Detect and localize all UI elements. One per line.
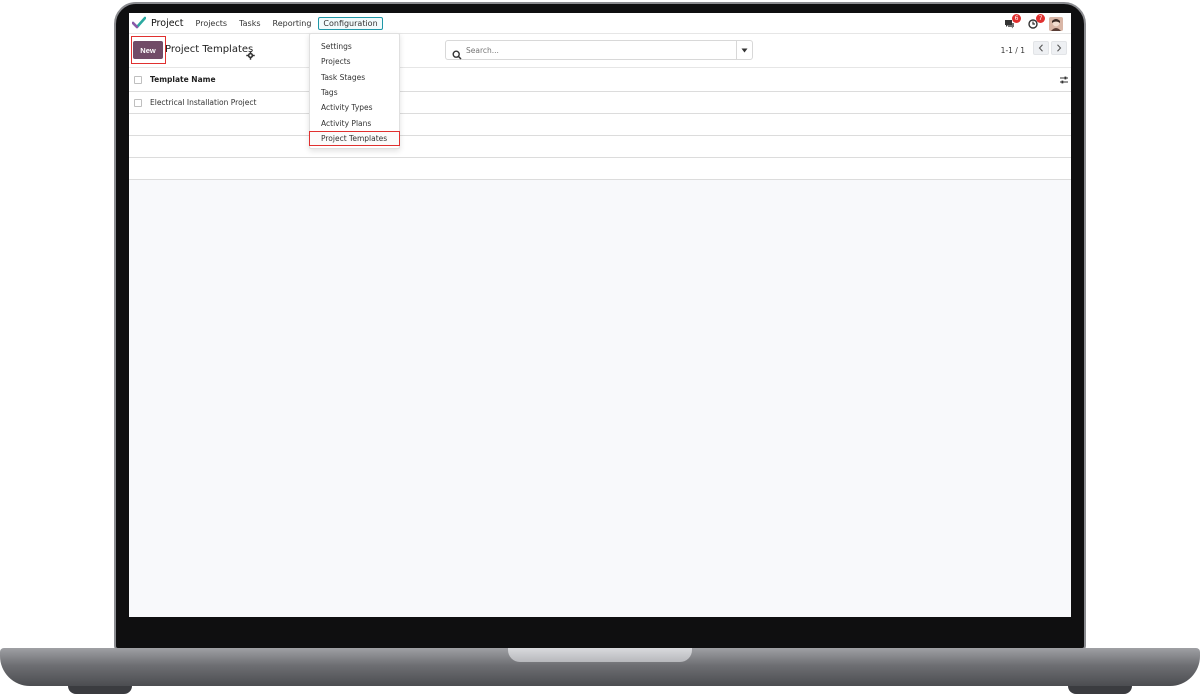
menu-item-project-templates[interactable]: Project Templates [309, 130, 400, 147]
control-panel: New Project Templates Search... 1-1 / 1 [129, 34, 1071, 68]
menu-item-tags[interactable]: Tags [310, 85, 399, 100]
table-row[interactable]: Electrical Installation Project [129, 92, 1071, 114]
search-input[interactable] [466, 45, 736, 55]
empty-row [129, 136, 1071, 158]
chevron-left-icon [1038, 44, 1043, 52]
new-button[interactable]: New [133, 41, 163, 59]
search-bar [445, 40, 753, 60]
messages-button[interactable]: 6 [1001, 13, 1021, 32]
nav-projects[interactable]: Projects [196, 19, 228, 28]
list-view: Template Name Electrical Installation Pr… [129, 68, 1071, 180]
list-header: Template Name [129, 68, 1071, 92]
messages-badge: 6 [1012, 13, 1021, 23]
chevron-right-icon [1057, 44, 1062, 52]
row-checkbox[interactable] [134, 98, 142, 107]
sliders-icon[interactable] [1059, 75, 1069, 85]
caret-down-icon [741, 48, 748, 52]
top-navbar: Project Projects Tasks Reporting Configu… [129, 13, 1071, 34]
gear-icon[interactable] [246, 45, 255, 60]
search-options-toggle[interactable] [736, 41, 752, 59]
menu-item-projects[interactable]: Projects [310, 54, 399, 69]
configuration-dropdown: Settings Projects Task Stages Tags Activ… [309, 33, 400, 149]
pager-previous-button[interactable] [1033, 41, 1049, 55]
menu-item-settings[interactable]: Settings [310, 39, 399, 54]
pager-value[interactable]: 1-1 / 1 [1001, 46, 1025, 55]
column-header-template-name[interactable]: Template Name [150, 75, 216, 84]
navbar-systray: 6 7 [1001, 13, 1071, 34]
page-title: Project Templates [165, 44, 254, 55]
laptop-notch [508, 648, 692, 662]
pager-next-button[interactable] [1051, 41, 1067, 55]
app-name[interactable]: Project [151, 18, 184, 29]
screen: Project Projects Tasks Reporting Configu… [129, 13, 1071, 617]
checkmark-logo-icon[interactable] [132, 16, 146, 30]
avatar[interactable] [1049, 16, 1063, 31]
empty-row [129, 158, 1071, 180]
search-icon [452, 45, 462, 60]
laptop-foot-left [68, 686, 132, 694]
activities-button[interactable]: 7 [1025, 13, 1045, 32]
select-all-checkbox[interactable] [134, 75, 142, 84]
nav-reporting[interactable]: Reporting [273, 19, 312, 28]
laptop-foot-right [1068, 686, 1132, 694]
menu-item-activity-plans[interactable]: Activity Plans [310, 115, 399, 130]
nav-tasks[interactable]: Tasks [239, 19, 260, 28]
menu-item-task-stages[interactable]: Task Stages [310, 70, 399, 85]
nav-configuration[interactable]: Configuration [318, 16, 383, 30]
activities-badge: 7 [1036, 13, 1045, 23]
menu-item-activity-types[interactable]: Activity Types [310, 100, 399, 115]
empty-row [129, 114, 1071, 136]
row-template-name[interactable]: Electrical Installation Project [150, 98, 256, 107]
